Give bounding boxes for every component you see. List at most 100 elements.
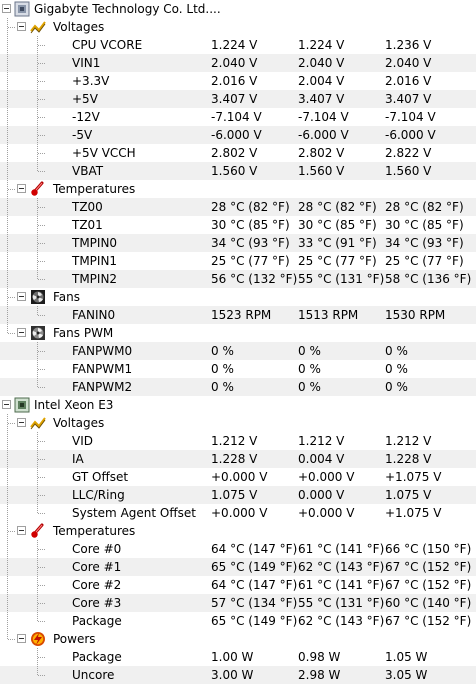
voltage-icon	[30, 417, 46, 430]
collapse-toggle[interactable]	[17, 292, 26, 301]
sensor-value: 64 °C (147 °F)	[211, 542, 298, 556]
sensor-min: 1.560 V	[298, 164, 345, 178]
sensor-row[interactable]: TZ00 28 °C (82 °F) 28 °C (82 °F) 28 °C (82 …	[0, 198, 476, 216]
sensor-name: Core #0	[72, 542, 122, 556]
sensor-row[interactable]: TZ01 30 °C (85 °F) 30 °C (85 °F) 30 °C (85 …	[0, 216, 476, 234]
collapse-toggle[interactable]	[17, 526, 26, 535]
sensor-name: +5V	[72, 92, 98, 106]
sensor-group-node[interactable]: Voltages	[0, 18, 476, 36]
sensor-min: 2.040 V	[298, 56, 345, 70]
sensor-value: 25 °C (77 °F)	[211, 254, 290, 268]
sensor-row[interactable]: GT Offset +0.000 V +0.000 V +1.075 V	[0, 468, 476, 486]
tree-connector-horizontal	[8, 333, 15, 334]
sensor-min: 62 °C (143 °F)	[298, 560, 385, 574]
thermometer-icon	[31, 523, 44, 538]
sensor-row[interactable]: +3.3V 2.016 V 2.004 V 2.016 V	[0, 72, 476, 90]
sensor-row[interactable]: +5V 3.407 V 3.407 V 3.407 V	[0, 90, 476, 108]
sensor-value: 3.00 W	[211, 668, 254, 682]
tree-connector-horizontal	[38, 81, 45, 82]
sensor-row[interactable]: -5V -6.000 V -6.000 V -6.000 V	[0, 126, 476, 144]
tree-connector-vertical	[37, 306, 38, 315]
sensor-row[interactable]: Uncore 3.00 W 2.98 W 3.05 W	[0, 666, 476, 684]
sensor-min: 2.004 V	[298, 74, 345, 88]
sensor-min: 1.224 V	[298, 38, 345, 52]
sensor-name: +3.3V	[72, 74, 110, 88]
sensor-min: 0.98 W	[298, 650, 341, 664]
sensor-row[interactable]: Core #0 64 °C (147 °F) 61 °C (141 °F) 66 °C…	[0, 540, 476, 558]
sensor-max: 0 %	[385, 344, 408, 358]
sensor-value: 28 °C (82 °F)	[211, 200, 290, 214]
collapse-toggle[interactable]	[17, 22, 26, 31]
sensor-min: 55 °C (131 °F)	[298, 596, 385, 610]
sensor-max: 0 %	[385, 362, 408, 376]
hardware-node[interactable]: Gigabyte Technology Co. Ltd....	[0, 0, 476, 18]
tree-connector-horizontal	[38, 279, 45, 280]
tree-connector-horizontal	[38, 261, 45, 262]
sensor-max: 66 °C (150 °F)	[385, 542, 472, 556]
sensor-name: LLC/Ring	[72, 488, 125, 502]
sensor-max: 1.212 V	[385, 434, 432, 448]
power-icon	[31, 632, 45, 646]
sensor-group-label: Temperatures	[53, 182, 136, 196]
sensor-row[interactable]: VBAT 1.560 V 1.560 V 1.560 V	[0, 162, 476, 180]
sensor-max: -7.104 V	[385, 110, 436, 124]
tree-connector-horizontal	[8, 639, 15, 640]
tree-connector-horizontal	[38, 513, 45, 514]
sensor-max: 3.05 W	[385, 668, 428, 682]
sensor-min: 61 °C (141 °F)	[298, 542, 385, 556]
sensor-row[interactable]: Core #1 65 °C (149 °F) 62 °C (143 °F) 67 °C…	[0, 558, 476, 576]
sensor-row[interactable]: IA 1.228 V 0.004 V 1.228 V	[0, 450, 476, 468]
sensor-row[interactable]: System Agent Offset +0.000 V +0.000 V +1.07…	[0, 504, 476, 522]
sensor-name: FANPWM1	[72, 362, 133, 376]
sensor-row[interactable]: VIN1 2.040 V 2.040 V 2.040 V	[0, 54, 476, 72]
sensor-group-node[interactable]: Temperatures	[0, 522, 476, 540]
sensor-min: 1.212 V	[298, 434, 345, 448]
collapse-toggle[interactable]	[17, 328, 26, 337]
sensor-value: 64 °C (147 °F)	[211, 578, 298, 592]
sensor-row[interactable]: TMPIN2 56 °C (132 °F) 55 °C (131 °F) 58 °C …	[0, 270, 476, 288]
sensor-max: +1.075 V	[385, 506, 442, 520]
sensor-min: 55 °C (131 °F)	[298, 272, 385, 286]
sensor-value: 2.802 V	[211, 146, 258, 160]
sensor-max: +1.075 V	[385, 470, 442, 484]
sensor-max: 28 °C (82 °F)	[385, 200, 464, 214]
collapse-toggle[interactable]	[2, 4, 11, 13]
sensor-group-node[interactable]: Voltages	[0, 414, 476, 432]
collapse-toggle[interactable]	[2, 400, 11, 409]
tree-connector-vertical	[37, 648, 38, 675]
sensor-row[interactable]: Package 65 °C (149 °F) 62 °C (143 °F) 67 °C…	[0, 612, 476, 630]
sensor-row[interactable]: Core #2 64 °C (147 °F) 61 °C (141 °F) 67 °C…	[0, 576, 476, 594]
sensor-row[interactable]: -12V -7.104 V -7.104 V -7.104 V	[0, 108, 476, 126]
sensor-value: 34 °C (93 °F)	[211, 236, 290, 250]
sensor-row[interactable]: TMPIN0 34 °C (93 °F) 33 °C (91 °F) 34 °C (9…	[0, 234, 476, 252]
sensor-name: Package	[72, 614, 122, 628]
sensor-group-node[interactable]: Temperatures	[0, 180, 476, 198]
sensor-row[interactable]: Core #3 57 °C (134 °F) 55 °C (131 °F) 60 °C…	[0, 594, 476, 612]
sensor-group-node[interactable]: Fans	[0, 288, 476, 306]
sensor-row[interactable]: FANIN0 1523 RPM 1513 RPM 1530 RPM	[0, 306, 476, 324]
collapse-toggle[interactable]	[17, 634, 26, 643]
sensor-row[interactable]: VID 1.212 V 1.212 V 1.212 V	[0, 432, 476, 450]
sensor-row[interactable]: +5V VCCH 2.802 V 2.802 V 2.822 V	[0, 144, 476, 162]
sensor-name: TMPIN1	[72, 254, 118, 268]
sensor-min: 61 °C (141 °F)	[298, 578, 385, 592]
tree-connector-horizontal	[8, 297, 15, 298]
sensor-name: Package	[72, 650, 122, 664]
sensor-row[interactable]: CPU VCORE 1.224 V 1.224 V 1.236 V	[0, 36, 476, 54]
sensor-row[interactable]: FANPWM1 0 % 0 % 0 %	[0, 360, 476, 378]
collapse-toggle[interactable]	[17, 184, 26, 193]
collapse-toggle[interactable]	[17, 418, 26, 427]
sensor-group-label: Fans	[53, 290, 81, 304]
sensor-row[interactable]: TMPIN1 25 °C (77 °F) 25 °C (77 °F) 25 °C (7…	[0, 252, 476, 270]
sensor-name: VID	[72, 434, 93, 448]
sensor-group-node[interactable]: Powers	[0, 630, 476, 648]
hardware-node[interactable]: Intel Xeon E3	[0, 396, 476, 414]
sensor-row[interactable]: FANPWM2 0 % 0 % 0 %	[0, 378, 476, 396]
sensor-min: +0.000 V	[298, 470, 355, 484]
sensor-row[interactable]: FANPWM0 0 % 0 % 0 %	[0, 342, 476, 360]
sensor-group-node[interactable]: Fans PWM	[0, 324, 476, 342]
sensor-row[interactable]: LLC/Ring 1.075 V 0.000 V 1.075 V	[0, 486, 476, 504]
sensor-row[interactable]: Package 1.00 W 0.98 W 1.05 W	[0, 648, 476, 666]
tree-connector-horizontal	[38, 153, 45, 154]
tree-connector-horizontal	[38, 621, 45, 622]
